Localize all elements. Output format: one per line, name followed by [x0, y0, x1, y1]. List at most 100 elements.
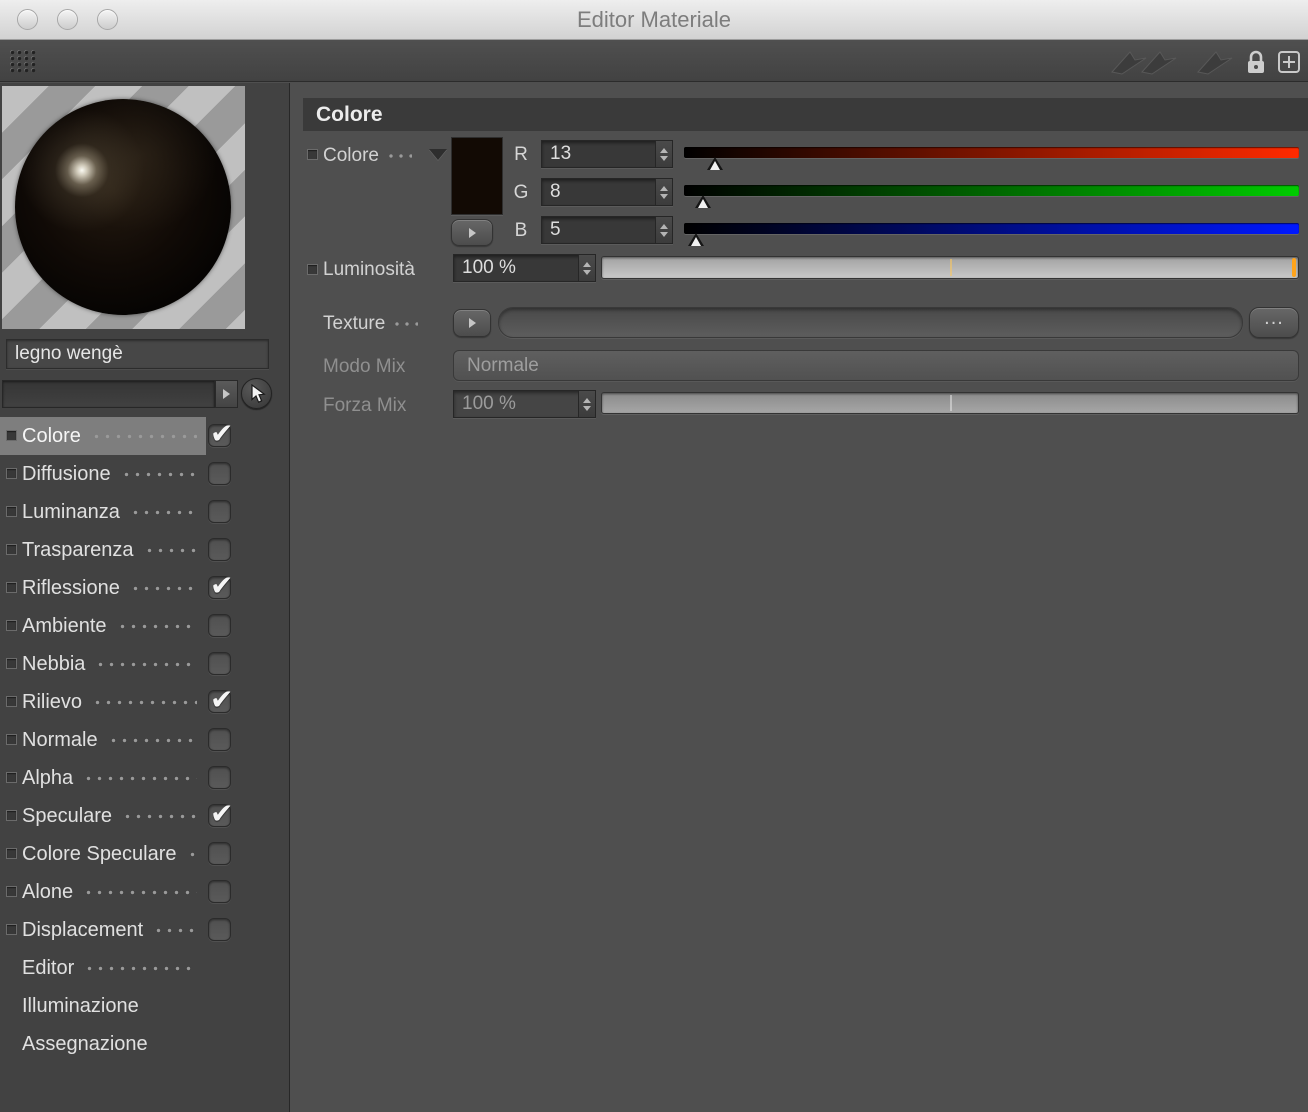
blue-slider[interactable]	[684, 223, 1299, 246]
channel-checkbox[interactable]: ✔	[208, 652, 231, 675]
mix-strength-value-field[interactable]: 100 %	[453, 390, 596, 418]
brightness-slider[interactable]	[601, 256, 1299, 279]
preview-option-field[interactable]	[2, 380, 215, 408]
channel-checkbox[interactable]: ✔	[208, 570, 233, 601]
channel-mini-checkbox[interactable]	[6, 506, 17, 517]
green-slider[interactable]	[684, 185, 1299, 208]
channel-mini-checkbox[interactable]	[6, 734, 17, 745]
color-swatch[interactable]	[451, 137, 503, 215]
mix-strength-slider[interactable]	[601, 392, 1299, 414]
texture-browse-button[interactable]: ...	[1249, 307, 1299, 338]
channel-row[interactable]: Riflessione ✔	[0, 569, 289, 607]
stepper-arrows[interactable]	[578, 391, 595, 417]
channel-mini-checkbox[interactable]	[6, 620, 17, 631]
channel-row[interactable]: Diffusione ✔	[0, 455, 289, 493]
red-slider-handle[interactable]	[707, 157, 724, 170]
channel-checkbox[interactable]: ✔	[208, 614, 231, 637]
zoom-button[interactable]	[97, 9, 118, 30]
brightness-enable-checkbox[interactable]	[307, 264, 318, 275]
channel-row[interactable]: Ambiente ✔	[0, 607, 289, 645]
channel-checkbox[interactable]: ✔	[208, 766, 231, 789]
red-slider[interactable]	[684, 147, 1299, 170]
chevron-down-icon[interactable]	[429, 149, 447, 160]
blue-slider-handle[interactable]	[688, 233, 705, 246]
dot-leader	[116, 619, 197, 633]
material-preview[interactable]	[2, 86, 245, 329]
texture-label: Texture	[323, 310, 419, 338]
color-popup-button[interactable]	[451, 219, 493, 246]
material-name-input[interactable]	[6, 339, 269, 369]
channel-row[interactable]: Luminanza ✔	[0, 493, 289, 531]
channel-checkbox[interactable]: ✔	[208, 462, 231, 485]
channel-row[interactable]: Normale ✔	[0, 721, 289, 759]
channel-row[interactable]: Colore ✔	[0, 417, 289, 455]
lock-icon[interactable]	[1244, 48, 1268, 76]
channel-checkbox[interactable]: ✔	[208, 538, 231, 561]
apply-arrows-icon[interactable]	[1108, 48, 1184, 76]
preview-sphere	[15, 99, 231, 315]
mix-mode-dropdown[interactable]: Normale	[453, 350, 1299, 381]
channel-checkbox[interactable]: ✔	[208, 684, 233, 715]
color-enable-checkbox[interactable]	[307, 149, 318, 160]
channel-mini-checkbox[interactable]	[6, 886, 17, 897]
channel-row[interactable]: Nebbia ✔	[0, 645, 289, 683]
channel-mini-checkbox[interactable]	[6, 430, 17, 441]
brightness-value-field[interactable]: 100 %	[453, 254, 596, 282]
channel-row[interactable]: Illuminazione	[0, 987, 289, 1025]
channel-label: Normale	[22, 728, 98, 751]
minimize-button[interactable]	[57, 9, 78, 30]
green-slider-handle[interactable]	[695, 195, 712, 208]
channel-label: Nebbia	[22, 652, 86, 675]
channel-checkbox[interactable]: ✔	[208, 918, 231, 941]
channel-mini-checkbox[interactable]	[6, 696, 17, 707]
channel-mini-checkbox[interactable]	[6, 544, 17, 555]
channel-mini-checkbox[interactable]	[6, 772, 17, 783]
channel-row[interactable]: Editor	[0, 949, 289, 987]
stepper-arrows[interactable]	[655, 179, 672, 205]
pick-button[interactable]	[241, 378, 272, 409]
channel-checkbox[interactable]: ✔	[208, 728, 231, 751]
channel-checkbox[interactable]: ✔	[208, 500, 231, 523]
channel-row[interactable]: Trasparenza ✔	[0, 531, 289, 569]
triangle-right-icon	[468, 318, 476, 328]
toolbar	[0, 41, 1308, 82]
channel-mini-checkbox[interactable]	[6, 582, 17, 593]
texture-popup-button[interactable]	[453, 309, 491, 337]
color-label: Colore	[323, 142, 412, 170]
stepper-arrows[interactable]	[655, 141, 672, 167]
channel-row[interactable]: Speculare ✔	[0, 797, 289, 835]
close-button[interactable]	[17, 9, 38, 30]
channel-label: Alone	[22, 880, 74, 903]
stepper-arrows[interactable]	[655, 217, 672, 243]
channel-checkbox[interactable]: ✔	[208, 418, 233, 449]
cursor-icon	[250, 383, 266, 403]
red-value-field[interactable]: 13	[541, 140, 673, 168]
channel-row[interactable]: Alone ✔	[0, 873, 289, 911]
channel-row[interactable]: Alpha ✔	[0, 759, 289, 797]
channel-mini-checkbox[interactable]	[6, 468, 17, 479]
channel-row[interactable]: Assegnazione	[0, 1025, 289, 1063]
mix-mode-label: Modo Mix	[323, 356, 406, 377]
channel-mini-checkbox[interactable]	[6, 658, 17, 669]
dot-leader	[129, 505, 197, 519]
texture-path-field[interactable]	[498, 307, 1243, 338]
channel-checkbox[interactable]: ✔	[208, 880, 231, 903]
channel-mini-checkbox[interactable]	[6, 810, 17, 821]
brightness-slider-handle[interactable]	[1292, 258, 1296, 277]
blue-value-field[interactable]: 5	[541, 216, 673, 244]
channel-row[interactable]: Displacement ✔	[0, 911, 289, 949]
grip-icon[interactable]	[10, 50, 38, 74]
popup-arrow-button[interactable]	[215, 380, 238, 408]
channel-mini-checkbox[interactable]	[6, 924, 17, 935]
sidebar: Colore ✔ Diffusione ✔ Luminanza ✔ Traspa…	[0, 83, 290, 1112]
arrow-icon[interactable]	[1194, 48, 1234, 76]
stepper-arrows[interactable]	[578, 255, 595, 281]
channel-checkbox[interactable]: ✔	[208, 798, 233, 829]
section-header: Colore	[303, 98, 1308, 131]
channel-checkbox[interactable]: ✔	[208, 842, 231, 865]
channel-row[interactable]: Rilievo ✔	[0, 683, 289, 721]
channel-mini-checkbox[interactable]	[6, 848, 17, 859]
channel-row[interactable]: Colore Speculare ✔	[0, 835, 289, 873]
add-icon[interactable]	[1278, 51, 1300, 73]
green-value-field[interactable]: 8	[541, 178, 673, 206]
